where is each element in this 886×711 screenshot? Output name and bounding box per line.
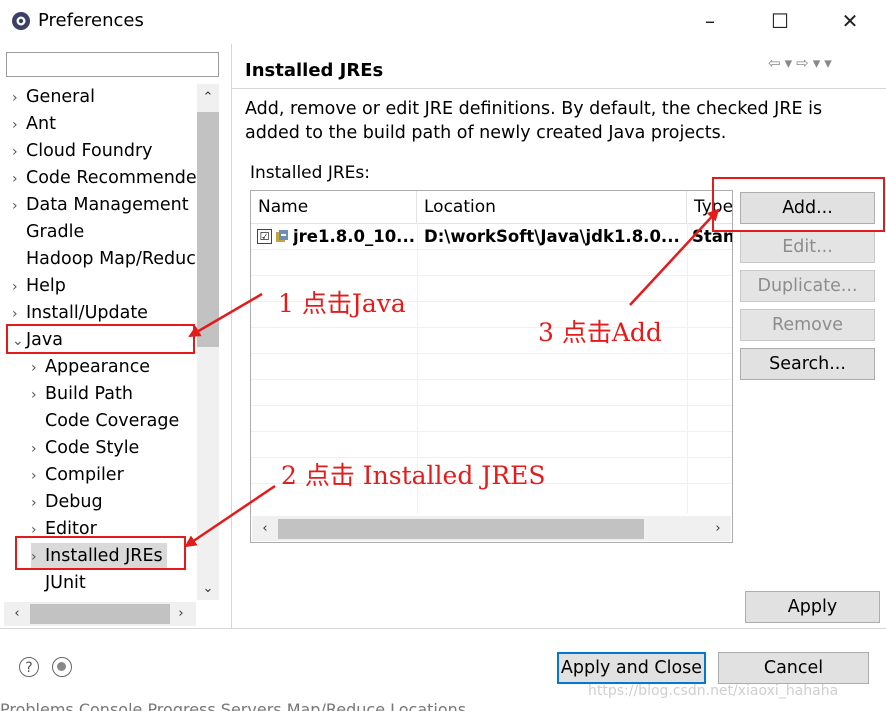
arrow-step-2: [184, 484, 276, 548]
arrow-step-1: [188, 292, 263, 338]
annotation-arrows: [184, 208, 720, 548]
arrow-step-3: [629, 208, 720, 306]
